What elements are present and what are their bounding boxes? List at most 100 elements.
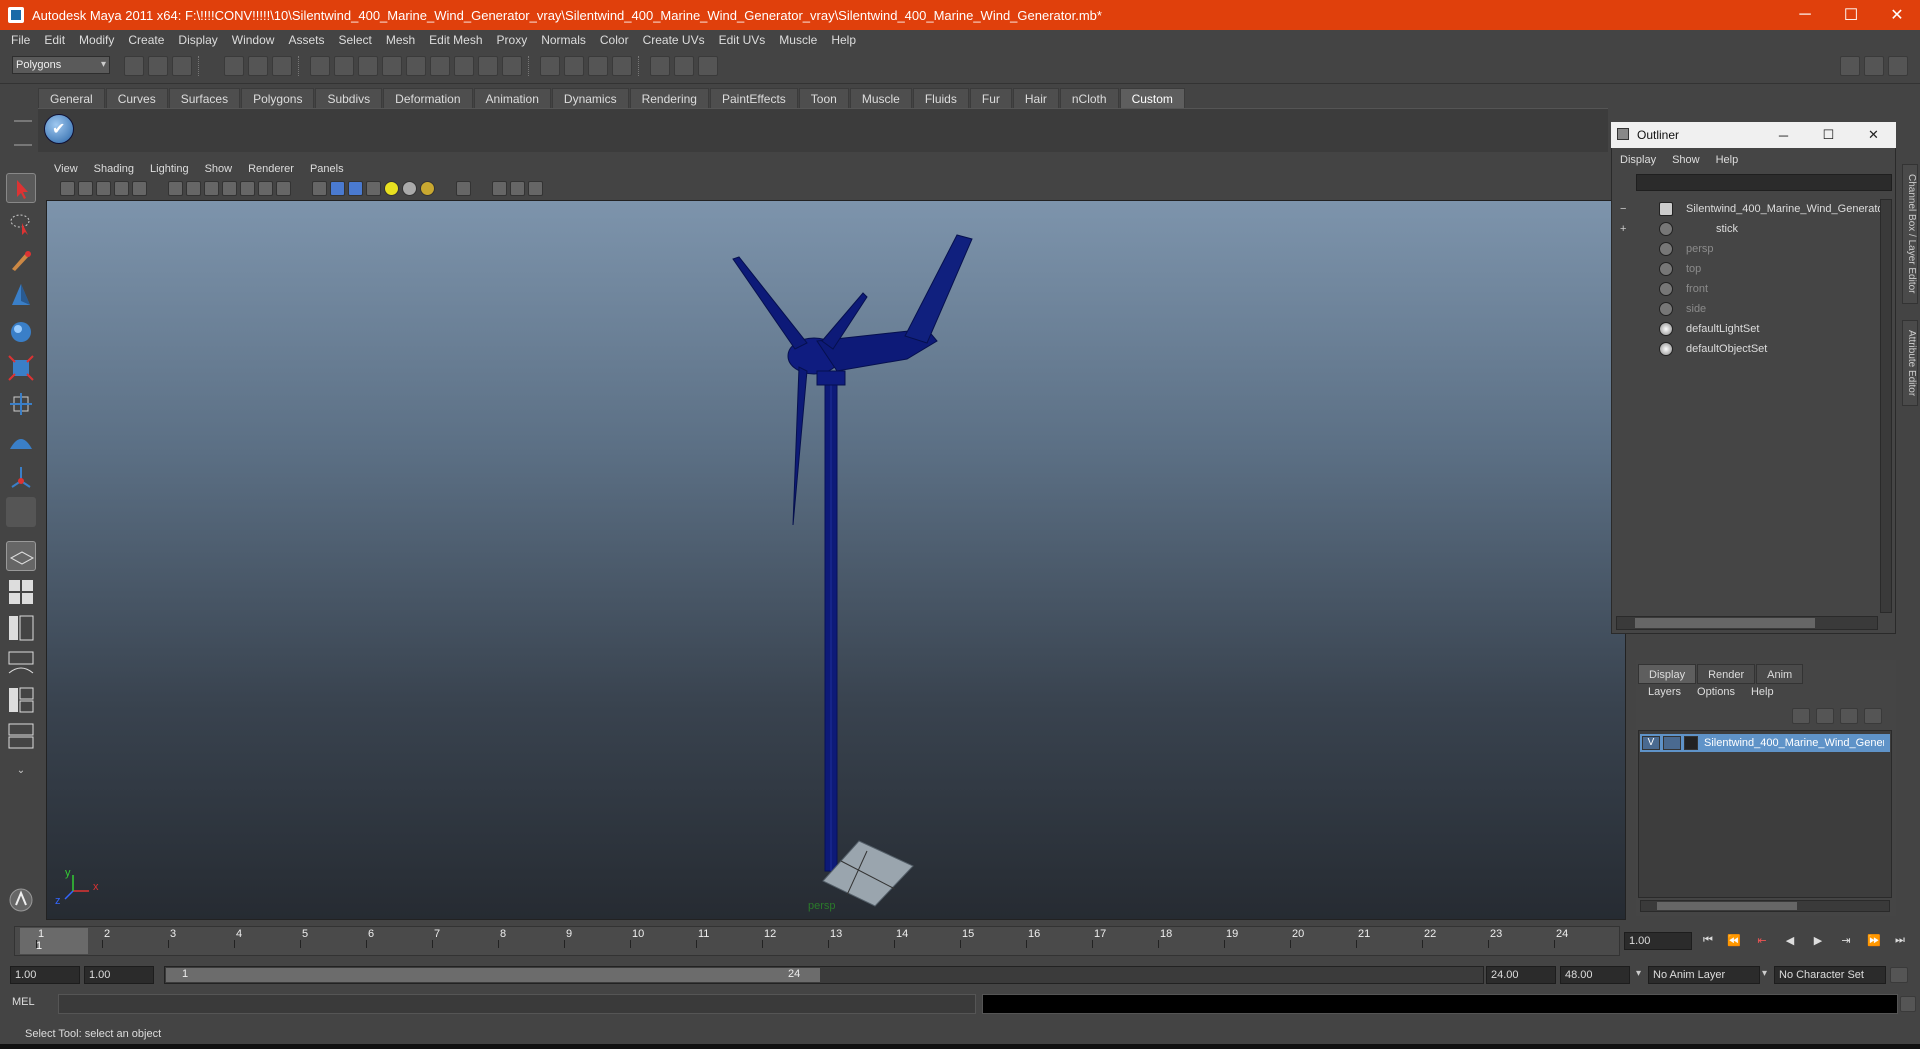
play-forwards-button[interactable]: ▶	[1808, 934, 1828, 950]
range-slider-handle[interactable]: 1 24	[166, 968, 820, 982]
snap-plane-icon[interactable]	[382, 56, 402, 76]
go-to-end-button[interactable]: ⏭	[1890, 934, 1910, 950]
shelf-tab-surfaces[interactable]: Surfaces	[168, 88, 241, 108]
playback-end-field[interactable]: 24.00	[1486, 966, 1556, 984]
layer-menu-options[interactable]: Options	[1689, 686, 1743, 698]
layer-row[interactable]: V Silentwind_400_Marine_Wind_Generator	[1640, 734, 1890, 752]
outliner-item-default-light-set[interactable]: defaultLightSet	[1612, 319, 1880, 339]
anim-layer-dropdown-arrow-icon[interactable]: ▾	[1636, 968, 1641, 979]
snap-grid-icon[interactable]	[310, 56, 330, 76]
outliner-vertical-scrollbar[interactable]	[1880, 199, 1892, 613]
scale-tool-icon[interactable]	[6, 353, 36, 383]
gate-mask-icon[interactable]	[222, 181, 237, 196]
perspective-viewport[interactable]: x y z	[46, 200, 1626, 920]
script-editor-icon[interactable]	[1900, 996, 1916, 1012]
end-time-field[interactable]: 48.00	[1560, 966, 1630, 984]
menu-select[interactable]: Select	[331, 33, 378, 47]
lasso-tool-icon[interactable]	[6, 209, 36, 239]
menu-help[interactable]: Help	[824, 33, 863, 47]
layer-tab-display[interactable]: Display	[1638, 664, 1697, 684]
play-backwards-button[interactable]: ◀	[1780, 934, 1800, 950]
menu-proxy[interactable]: Proxy	[490, 33, 535, 47]
shelf-tab-deformation[interactable]: Deformation	[383, 88, 473, 108]
shelf-tab-toon[interactable]: Toon	[798, 88, 849, 108]
show-manipulator-icon[interactable]	[6, 461, 36, 491]
viewport-menu-shading[interactable]: Shading	[86, 163, 142, 175]
menu-edit-uvs[interactable]: Edit UVs	[712, 33, 773, 47]
step-forward-key-button[interactable]: ⏩	[1864, 934, 1884, 950]
minimize-button[interactable]: ─	[1782, 0, 1828, 30]
camera-attributes-icon[interactable]	[78, 181, 93, 196]
ipr-render-icon[interactable]	[674, 56, 694, 76]
step-forward-frame-button[interactable]: ⇥	[1836, 934, 1856, 950]
menu-file[interactable]: File	[4, 33, 37, 47]
shelf-tab-hair[interactable]: Hair	[1012, 88, 1059, 108]
soft-mod-tool-icon[interactable]	[6, 425, 36, 455]
shelf-tab-animation[interactable]: Animation	[473, 88, 551, 108]
show-tool-settings-icon[interactable]	[1864, 56, 1884, 76]
new-empty-layer-icon[interactable]	[1840, 708, 1858, 724]
show-attribute-editor-icon[interactable]	[1840, 56, 1860, 76]
snap-curve-icon[interactable]	[334, 56, 354, 76]
checkmark-shelf-icon[interactable]	[44, 114, 74, 144]
hud-icon[interactable]	[528, 181, 543, 196]
wireframe-icon[interactable]	[312, 181, 327, 196]
channel-box-layer-editor-tab[interactable]: Channel Box / Layer Editor	[1902, 164, 1918, 304]
snap-live-icon[interactable]	[564, 56, 584, 76]
step-back-key-button[interactable]: ⏪	[1724, 934, 1744, 950]
shelf-tab-general[interactable]: General	[38, 88, 105, 108]
outliner-graph-layout-icon[interactable]	[6, 685, 36, 715]
expand-toggle[interactable]: +	[1620, 223, 1626, 235]
snap-together-icon[interactable]	[540, 56, 560, 76]
outliner-item-default-object-set[interactable]: defaultObjectSet	[1612, 339, 1880, 359]
snap-view-icon[interactable]	[612, 56, 632, 76]
select-hierarchy-icon[interactable]	[224, 56, 244, 76]
layer-menu-help[interactable]: Help	[1743, 686, 1782, 698]
magnet-icon[interactable]	[132, 181, 147, 196]
shelf-tab-fur[interactable]: Fur	[969, 88, 1012, 108]
xray-joints-icon[interactable]	[510, 181, 525, 196]
viewport-menu-view[interactable]: View	[46, 163, 86, 175]
outliner-item-stick[interactable]: + stick	[1612, 219, 1880, 239]
outliner-item-front[interactable]: front	[1612, 279, 1880, 299]
xray-icon[interactable]	[492, 181, 507, 196]
layer-menu-layers[interactable]: Layers	[1640, 686, 1689, 698]
layer-up-icon[interactable]	[1792, 708, 1810, 724]
outliner-item-wind-generator[interactable]: − Silentwind_400_Marine_Wind_Generator	[1612, 199, 1886, 219]
new-layer-selected-icon[interactable]	[1864, 708, 1882, 724]
outliner-menu-display[interactable]: Display	[1612, 154, 1664, 166]
paint-select-tool-icon[interactable]	[6, 245, 36, 275]
anim-layer-selector[interactable]: No Anim Layer	[1648, 966, 1760, 984]
maximize-button[interactable]: ☐	[1828, 0, 1874, 30]
grid-icon[interactable]	[168, 181, 183, 196]
save-scene-icon[interactable]	[172, 56, 192, 76]
mask-icon[interactable]	[430, 56, 450, 76]
step-back-frame-button[interactable]: ⇤	[1752, 934, 1772, 950]
field-chart-icon[interactable]	[240, 181, 255, 196]
shelf-tab-fluids[interactable]: Fluids	[912, 88, 969, 108]
outliner-close-button[interactable]: ✕	[1851, 127, 1896, 143]
shelf-tab-painteffects[interactable]: PaintEffects	[709, 88, 798, 108]
viewport-menu-lighting[interactable]: Lighting	[142, 163, 197, 175]
snap-surface-icon[interactable]	[406, 56, 426, 76]
question-icon[interactable]	[454, 56, 474, 76]
menu-display[interactable]: Display	[171, 33, 224, 47]
hypershade-layout-icon[interactable]	[6, 721, 36, 751]
viewport-menu-renderer[interactable]: Renderer	[240, 163, 302, 175]
lock-icon[interactable]	[478, 56, 498, 76]
layer-tab-render[interactable]: Render	[1697, 664, 1756, 684]
snap-magnet-icon[interactable]	[588, 56, 608, 76]
persp-outliner-layout-icon[interactable]	[6, 613, 36, 643]
persp-graph-layout-icon[interactable]	[6, 649, 36, 679]
attribute-editor-tab[interactable]: Attribute Editor	[1902, 320, 1918, 406]
select-camera-icon[interactable]	[60, 181, 75, 196]
wireframe-on-shaded-icon[interactable]	[348, 181, 363, 196]
menu-create-uvs[interactable]: Create UVs	[636, 33, 712, 47]
animation-preferences-icon[interactable]	[1890, 967, 1908, 983]
command-input[interactable]	[58, 994, 976, 1014]
menu-edit-mesh[interactable]: Edit Mesh	[422, 33, 489, 47]
single-perspective-layout-icon[interactable]	[6, 541, 36, 571]
outliner-maximize-button[interactable]: ☐	[1806, 127, 1851, 143]
shelf-tab-subdivs[interactable]: Subdivs	[315, 88, 383, 108]
isolate-select-icon[interactable]	[456, 181, 471, 196]
